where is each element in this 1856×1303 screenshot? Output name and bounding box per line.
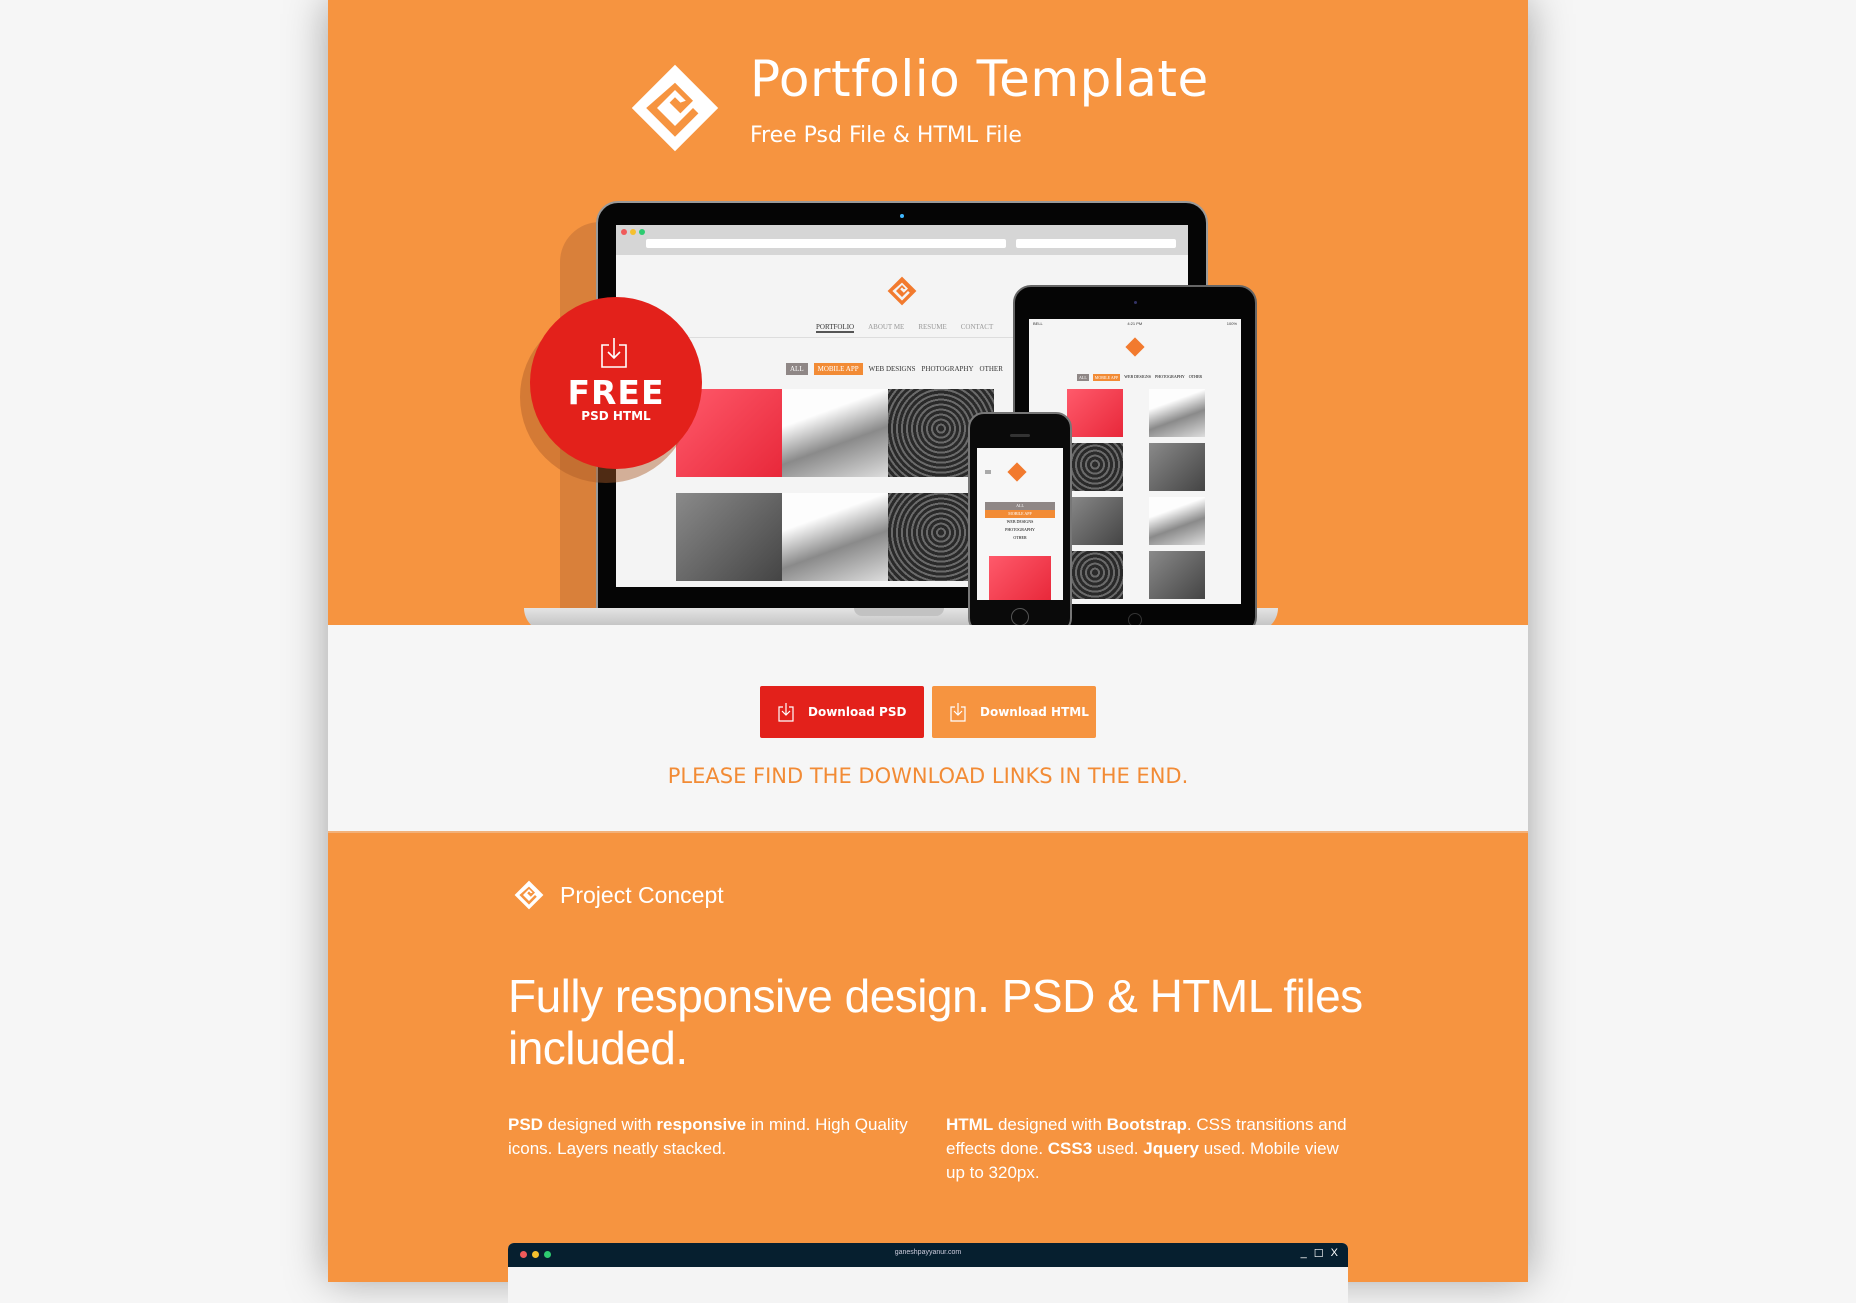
text: designed with <box>993 1115 1107 1134</box>
laptop-notch <box>854 608 944 616</box>
portfolio-thumb <box>1067 389 1123 437</box>
portfolio-thumb <box>1067 497 1123 545</box>
free-badge: FREE PSD HTML <box>530 297 702 469</box>
phone-menu-item: MOBILE APP <box>985 510 1055 518</box>
maximize-icon[interactable]: ☐ <box>1314 1247 1324 1260</box>
page-panel: Portfolio Template Free Psd File & HTML … <box>328 0 1528 1303</box>
section-header: Project Concept <box>514 880 724 910</box>
download-html-button[interactable]: Download HTML <box>932 686 1096 738</box>
mockup-filter: WEB DESIGNS <box>1124 374 1152 379</box>
portfolio-thumb <box>782 493 888 581</box>
close-icon[interactable]: X <box>1331 1247 1338 1260</box>
phone-menu-item: WEB DESIGNS <box>1006 519 1034 524</box>
portfolio-thumb <box>1067 551 1123 599</box>
phone-menu-item: OTHER <box>1013 535 1027 540</box>
bold-text: HTML <box>946 1115 994 1134</box>
mockup-filter: OTHER <box>979 365 1003 373</box>
portfolio-thumb <box>989 556 1051 600</box>
search-bar <box>1016 239 1176 248</box>
mockup-nav-item: ABOUT ME <box>868 323 905 331</box>
download-section <box>328 625 1528 831</box>
bold-text: Bootstrap <box>1106 1115 1187 1134</box>
minimize-icon[interactable]: _ <box>1301 1247 1307 1260</box>
close-dot <box>621 229 627 235</box>
download-icon <box>950 703 966 722</box>
minimize-dot <box>630 229 636 235</box>
status-carrier: BELL <box>1033 321 1043 326</box>
mockup-filters: ALL MOBILE APP WEB DESIGNS PHOTOGRAPHY O… <box>786 363 1003 375</box>
mockup-nav-item: RESUME <box>918 323 947 331</box>
browser-window-preview: ganeshpayyanur.com _ ☐ X <box>508 1243 1348 1303</box>
page-subtitle: Free Psd File & HTML File <box>750 123 1022 148</box>
download-psd-button[interactable]: Download PSD <box>760 686 924 738</box>
portfolio-thumb <box>1149 443 1205 491</box>
bold-text: responsive <box>656 1115 747 1134</box>
text: used. <box>1092 1139 1144 1158</box>
camera-dot <box>900 214 904 218</box>
home-button <box>1011 608 1029 626</box>
g-diamond-logo-icon <box>514 880 544 910</box>
status-battery: 100% <box>1226 321 1237 326</box>
window-titlebar: ganeshpayyanur.com _ ☐ X <box>508 1243 1348 1267</box>
badge-subtitle: PSD HTML <box>581 409 651 423</box>
g-diamond-logo-icon <box>631 64 719 152</box>
mockup-nav: PORTFOLIO ABOUT ME RESUME CONTACT <box>816 323 993 333</box>
mockup-filter: ALL <box>1077 374 1089 381</box>
portfolio-thumb <box>676 493 782 581</box>
mockup-filter: OTHER <box>1188 374 1203 379</box>
status-time: 4:21 PM <box>1127 321 1143 326</box>
hamburger-icon <box>985 470 991 474</box>
psd-description: PSD designed with responsive in mind. Hi… <box>508 1113 908 1161</box>
phone-menu: ALL MOBILE APP WEB DESIGNS PHOTOGRAPHY O… <box>985 502 1055 542</box>
page-title: Portfolio Template <box>750 50 1209 108</box>
mockup-filter: PHOTOGRAPHY <box>1155 374 1185 379</box>
portfolio-thumb <box>782 389 888 477</box>
window-url: ganeshpayyanur.com <box>894 1249 962 1256</box>
phone-screen: ALL MOBILE APP WEB DESIGNS PHOTOGRAPHY O… <box>977 448 1063 600</box>
bold-text: CSS3 <box>1047 1139 1093 1158</box>
section-title: Project Concept <box>560 881 724 908</box>
concept-heading: Fully responsive design. PSD & HTML file… <box>508 970 1363 1074</box>
browser-bar <box>616 225 1188 255</box>
g-diamond-logo-icon <box>887 276 917 306</box>
mockup-filter: ALL <box>786 363 808 375</box>
mockup-filter: MOBILE APP <box>813 363 863 375</box>
bold-text: Jquery <box>1143 1139 1199 1158</box>
mockup-nav-item: CONTACT <box>960 323 994 331</box>
download-icon <box>601 338 627 368</box>
mockup-filter: MOBILE APP <box>1092 374 1121 381</box>
camera-dot <box>1134 301 1137 304</box>
phone-menu-item: PHOTOGRAPHY <box>1005 527 1035 532</box>
phone-mockup: ALL MOBILE APP WEB DESIGNS PHOTOGRAPHY O… <box>968 412 1072 634</box>
download-psd-label: Download PSD <box>808 705 907 719</box>
url-bar <box>646 239 1006 248</box>
download-notice: PLEASE FIND THE DOWNLOAD LINKS IN THE EN… <box>667 764 1189 788</box>
text: designed with <box>542 1115 657 1134</box>
bold-text: PSD <box>508 1115 543 1134</box>
download-icon <box>778 703 794 722</box>
mockup-nav-item: PORTFOLIO <box>816 323 855 333</box>
download-html-label: Download HTML <box>980 705 1089 719</box>
g-diamond-logo-icon <box>1125 337 1145 357</box>
portfolio-thumb <box>1149 497 1205 545</box>
portfolio-thumb <box>1067 443 1123 491</box>
phone-speaker <box>1010 434 1030 437</box>
hero-section: Portfolio Template Free Psd File & HTML … <box>328 0 1528 635</box>
mockup-filter: WEB DESIGNS <box>868 365 916 373</box>
portfolio-thumb <box>1149 389 1205 437</box>
g-diamond-logo-icon <box>1007 462 1027 482</box>
html-description: HTML designed with Bootstrap. CSS transi… <box>946 1113 1356 1185</box>
window-controls: _ ☐ X <box>1301 1247 1338 1260</box>
badge-title: FREE <box>567 373 665 412</box>
maximize-dot <box>639 229 645 235</box>
phone-menu-item: ALL <box>985 502 1055 510</box>
mockup-filters: ALL MOBILE APP WEB DESIGNS PHOTOGRAPHY O… <box>1077 374 1202 381</box>
portfolio-thumb <box>1149 551 1205 599</box>
mockup-filter: PHOTOGRAPHY <box>921 365 974 373</box>
